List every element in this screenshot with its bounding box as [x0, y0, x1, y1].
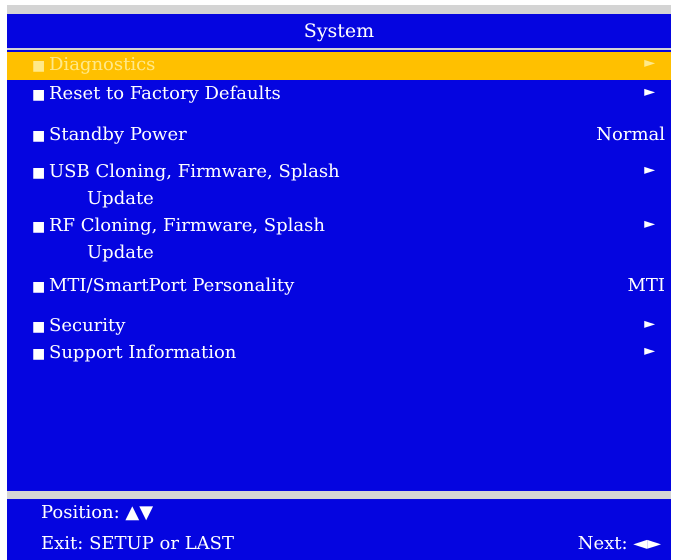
bullet-icon: ■: [32, 58, 46, 74]
help-footer: Position: ▲▼ Exit: SETUP or LAST Next: ◄…: [7, 499, 671, 560]
submenu-arrow-icon: ►: [644, 55, 655, 71]
submenu-arrow-icon: ►: [644, 216, 655, 232]
personality-value: MTI: [627, 275, 665, 296]
menu-item-label: USB Cloning, Firmware, Splash: [49, 161, 340, 182]
menu-item-standby-power[interactable]: ■ Standby Power Normal: [7, 122, 671, 150]
menu-item-diagnostics[interactable]: ■ Diagnostics ►: [7, 52, 671, 80]
bullet-icon: ■: [32, 165, 46, 181]
menu-item-security[interactable]: ■ Security ►: [7, 313, 671, 341]
bullet-icon: ■: [32, 279, 46, 295]
menu-item-reset-factory-defaults[interactable]: ■ Reset to Factory Defaults ►: [7, 81, 671, 109]
menu-item-label: Security: [49, 315, 126, 336]
menu-item-label-continued: Update: [87, 242, 154, 263]
menu-item-mti-smartport-personality[interactable]: ■ MTI/SmartPort Personality MTI: [7, 273, 671, 301]
menu-item-label: Diagnostics: [49, 54, 156, 75]
menu-item-label: RF Cloning, Firmware, Splash: [49, 215, 325, 236]
bullet-icon: ■: [32, 87, 46, 103]
menu-item-usb-cloning[interactable]: ■ USB Cloning, Firmware, Splash Update ►: [7, 159, 671, 217]
menu-item-label: Standby Power: [49, 124, 187, 145]
position-hint: Position: ▲▼: [41, 502, 154, 523]
menu-item-support-information[interactable]: ■ Support Information ►: [7, 340, 671, 368]
submenu-arrow-icon: ►: [644, 343, 655, 359]
bullet-icon: ■: [32, 346, 46, 362]
standby-power-value: Normal: [596, 124, 665, 145]
menu-item-label: Support Information: [49, 342, 237, 363]
menu-item-label-continued: Update: [87, 188, 154, 209]
bullet-icon: ■: [32, 128, 46, 144]
exit-hint: Exit: SETUP or LAST: [41, 533, 234, 554]
menu-item-label: Reset to Factory Defaults: [49, 83, 281, 104]
submenu-arrow-icon: ►: [644, 162, 655, 178]
osd-screen: System ■ Diagnostics ► ■ Reset to Factor…: [7, 5, 671, 560]
menu-title: System: [7, 14, 671, 48]
bullet-icon: ■: [32, 219, 46, 235]
menu-item-label: MTI/SmartPort Personality: [49, 275, 295, 296]
system-menu: ■ Diagnostics ► ■ Reset to Factory Defau…: [7, 50, 671, 491]
submenu-arrow-icon: ►: [644, 84, 655, 100]
menu-item-rf-cloning[interactable]: ■ RF Cloning, Firmware, Splash Update ►: [7, 213, 671, 271]
bullet-icon: ■: [32, 319, 46, 335]
next-hint: Next: ◄►: [577, 533, 661, 554]
submenu-arrow-icon: ►: [644, 316, 655, 332]
